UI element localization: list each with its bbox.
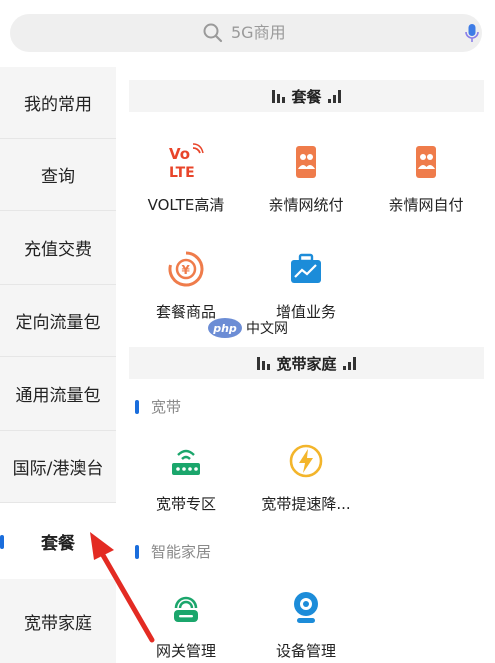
- sidebar-item-directed-data[interactable]: 定向流量包: [0, 285, 116, 357]
- sidebar-item-label: 充值交费: [24, 240, 92, 260]
- grid-item-package-goods[interactable]: ¥ 套餐商品: [126, 249, 246, 322]
- sidebar-item-label: 定向流量包: [15, 313, 101, 333]
- grid-item-volte[interactable]: Vo LTE VOLTE高清: [126, 142, 246, 215]
- active-indicator: [0, 535, 4, 549]
- section-title: 宽带家庭: [276, 354, 337, 373]
- grid-item-label: 亲情网自付: [388, 196, 464, 214]
- family-card-icon: [416, 146, 436, 178]
- svg-text:Vo: Vo: [169, 145, 190, 163]
- subheading-label: 智能家居: [151, 543, 212, 561]
- subheading-smart-home: 智能家居: [135, 541, 211, 562]
- briefcase-icon: [291, 253, 321, 283]
- subheading-label: 宽带: [151, 398, 182, 416]
- content-panel: 套餐 Vo LTE VOLTE高清 亲情网统付 亲情网自付 ¥ 套餐商品 增值业…: [116, 67, 495, 663]
- sidebar-item-broadband-home[interactable]: 宽带家庭: [0, 579, 116, 663]
- sidebar-item-package[interactable]: 套餐: [0, 503, 116, 579]
- router-icon: [172, 449, 200, 475]
- watermark: php 中文网: [208, 318, 288, 338]
- grid-item-label: 设备管理: [275, 642, 336, 660]
- sidebar-item-label: 套餐: [41, 533, 75, 554]
- sidebar-item-label: 我的常用: [24, 95, 92, 115]
- watermark-badge: php: [208, 318, 242, 338]
- sidebar-item-query[interactable]: 查询: [0, 139, 116, 211]
- svg-text:¥: ¥: [182, 263, 191, 277]
- grid-item-device-management[interactable]: 设备管理: [246, 588, 366, 661]
- package-goods-icon: ¥: [168, 251, 204, 287]
- search-icon: [203, 23, 223, 43]
- signal-bars-right-icon: [327, 89, 341, 103]
- grid-item-family-self-pay[interactable]: 亲情网自付: [366, 142, 486, 215]
- grid-item-label: 亲情网统付: [268, 196, 344, 214]
- signal-bars-right-icon: [342, 356, 356, 370]
- sidebar-item-label: 国际/港澳台: [12, 459, 104, 479]
- grid-item-gateway-management[interactable]: 网关管理: [126, 588, 246, 661]
- section-header-package: 套餐: [129, 80, 484, 112]
- signal-bars-left-icon: [257, 356, 271, 370]
- section-header-broadband-home: 宽带家庭: [129, 347, 484, 379]
- family-card-icon: [296, 146, 316, 178]
- grid-item-label: VOLTE高清: [147, 196, 225, 214]
- grid-item-value-added[interactable]: 增值业务: [246, 249, 366, 322]
- sidebar-item-recharge[interactable]: 充值交费: [0, 211, 116, 285]
- volte-icon: Vo LTE: [169, 143, 204, 181]
- sidebar-item-international[interactable]: 国际/港澳台: [0, 431, 116, 503]
- category-sidebar: 我的常用 查询 充值交费 定向流量包 通用流量包 国际/港澳台 套餐 宽带家庭: [0, 67, 116, 663]
- search-bar[interactable]: 5G商用: [10, 14, 482, 52]
- grid-item-broadband-zone[interactable]: 宽带专区: [126, 441, 246, 514]
- sidebar-item-label: 通用流量包: [15, 386, 101, 406]
- search-placeholder: 5G商用: [231, 23, 286, 42]
- grid-item-broadband-speedup[interactable]: 宽带提速降...: [246, 441, 366, 514]
- grid-item-family-unified-pay[interactable]: 亲情网统付: [246, 142, 366, 215]
- sidebar-item-label: 查询: [41, 167, 75, 187]
- grid-item-label: 宽带专区: [155, 495, 216, 513]
- subheading-broadband: 宽带: [135, 396, 181, 417]
- sidebar-item-label: 宽带家庭: [24, 613, 92, 634]
- signal-bars-left-icon: [272, 89, 286, 103]
- gateway-icon: [174, 596, 198, 622]
- grid-item-label: 网关管理: [155, 642, 216, 660]
- watermark-text: 中文网: [246, 321, 288, 337]
- microphone-icon[interactable]: [461, 22, 483, 44]
- svg-text:LTE: LTE: [169, 165, 195, 181]
- camera-icon: [294, 592, 318, 623]
- subheading-marker: [135, 399, 139, 414]
- sidebar-item-general-data[interactable]: 通用流量包: [0, 357, 116, 431]
- sidebar-item-frequent[interactable]: 我的常用: [0, 67, 116, 139]
- grid-item-label: 宽带提速降...: [261, 495, 351, 513]
- section-title: 套餐: [291, 87, 322, 106]
- subheading-marker: [135, 544, 139, 559]
- lightning-icon: [289, 444, 323, 478]
